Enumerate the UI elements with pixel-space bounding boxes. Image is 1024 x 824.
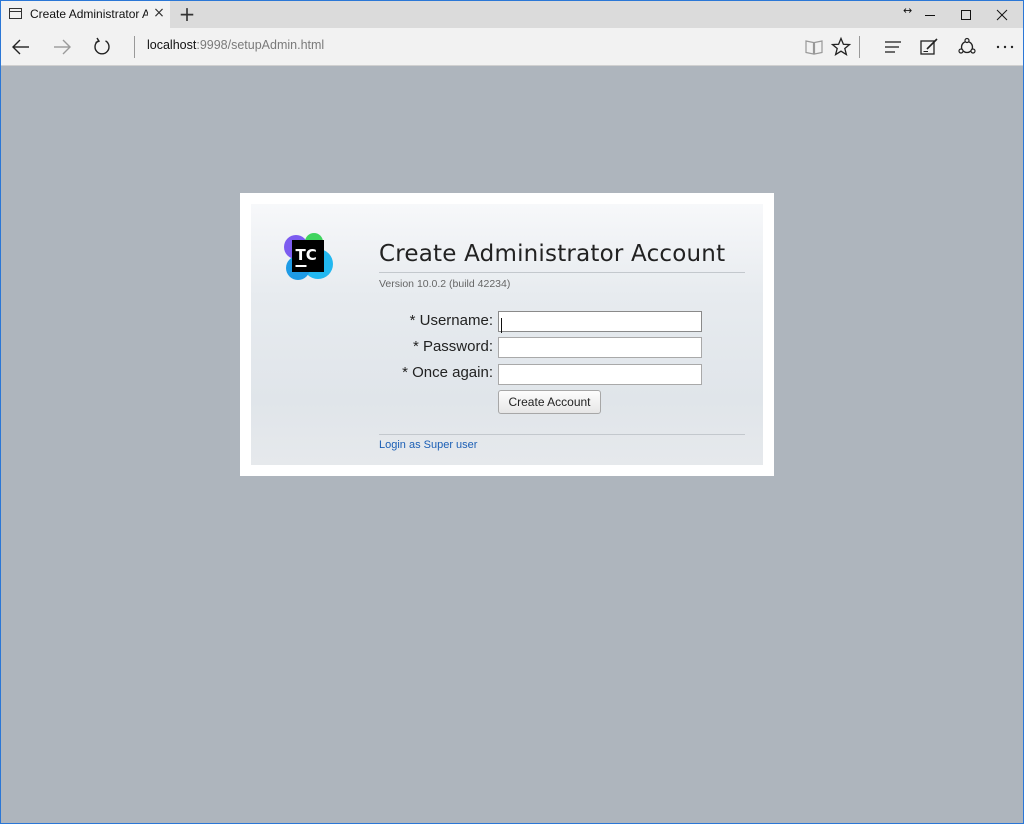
page-content: TC Create Administrator Account Version … [1, 66, 1023, 823]
web-note-icon[interactable] [918, 36, 940, 58]
resize-icon: ↔ [903, 4, 913, 17]
hub-icon[interactable] [882, 36, 904, 58]
browser-tab[interactable]: Create Administrator Ac × [1, 1, 170, 28]
password-label: * Password: [412, 338, 493, 355]
teamcity-logo: TC [282, 230, 336, 284]
plus-icon[interactable]: + [177, 4, 197, 24]
back-arrow-icon[interactable] [10, 36, 32, 58]
once-again-label: * Once again: [402, 364, 493, 381]
login-super-user-link[interactable]: Login as Super user [379, 439, 477, 451]
browser-window: Create Administrator Ac × + ↔ localhost:… [0, 0, 1024, 824]
version-text: Version 10.0.2 (build 42234) [379, 278, 511, 290]
page-icon [9, 8, 22, 19]
title-divider [379, 272, 745, 273]
share-icon[interactable] [956, 36, 978, 58]
page-title: Create Administrator Account [379, 241, 726, 267]
more-icon[interactable] [994, 36, 1016, 58]
address-separator [134, 36, 135, 58]
refresh-icon[interactable] [91, 36, 113, 58]
forward-arrow-icon[interactable] [51, 36, 73, 58]
address-host: localhost [147, 38, 197, 52]
password-input[interactable] [498, 337, 702, 358]
setup-card: TC Create Administrator Account Version … [240, 193, 774, 476]
logo-text: TC [296, 246, 317, 264]
star-icon[interactable] [830, 36, 852, 58]
reading-view-icon[interactable] [803, 36, 825, 58]
setup-panel: TC Create Administrator Account Version … [251, 204, 763, 465]
navigation-bar: localhost:9998/setupAdmin.html [1, 28, 1023, 66]
maximize-icon[interactable] [948, 1, 984, 28]
create-account-button[interactable]: Create Account [498, 390, 601, 414]
once-again-input[interactable] [498, 364, 702, 385]
username-label: * Username: [409, 312, 493, 329]
footer-divider [379, 434, 745, 435]
address-bar[interactable]: localhost:9998/setupAdmin.html [147, 38, 324, 52]
toolbar-separator [859, 36, 860, 58]
close-icon[interactable]: × [152, 6, 166, 20]
title-bar: Create Administrator Ac × + ↔ [1, 1, 1023, 28]
window-close-icon[interactable] [984, 1, 1020, 28]
address-path: :9998/setupAdmin.html [196, 38, 325, 52]
minimize-icon[interactable] [912, 1, 948, 28]
username-input[interactable] [498, 311, 702, 332]
tab-title: Create Administrator Ac [30, 7, 148, 21]
text-caret [501, 318, 502, 333]
